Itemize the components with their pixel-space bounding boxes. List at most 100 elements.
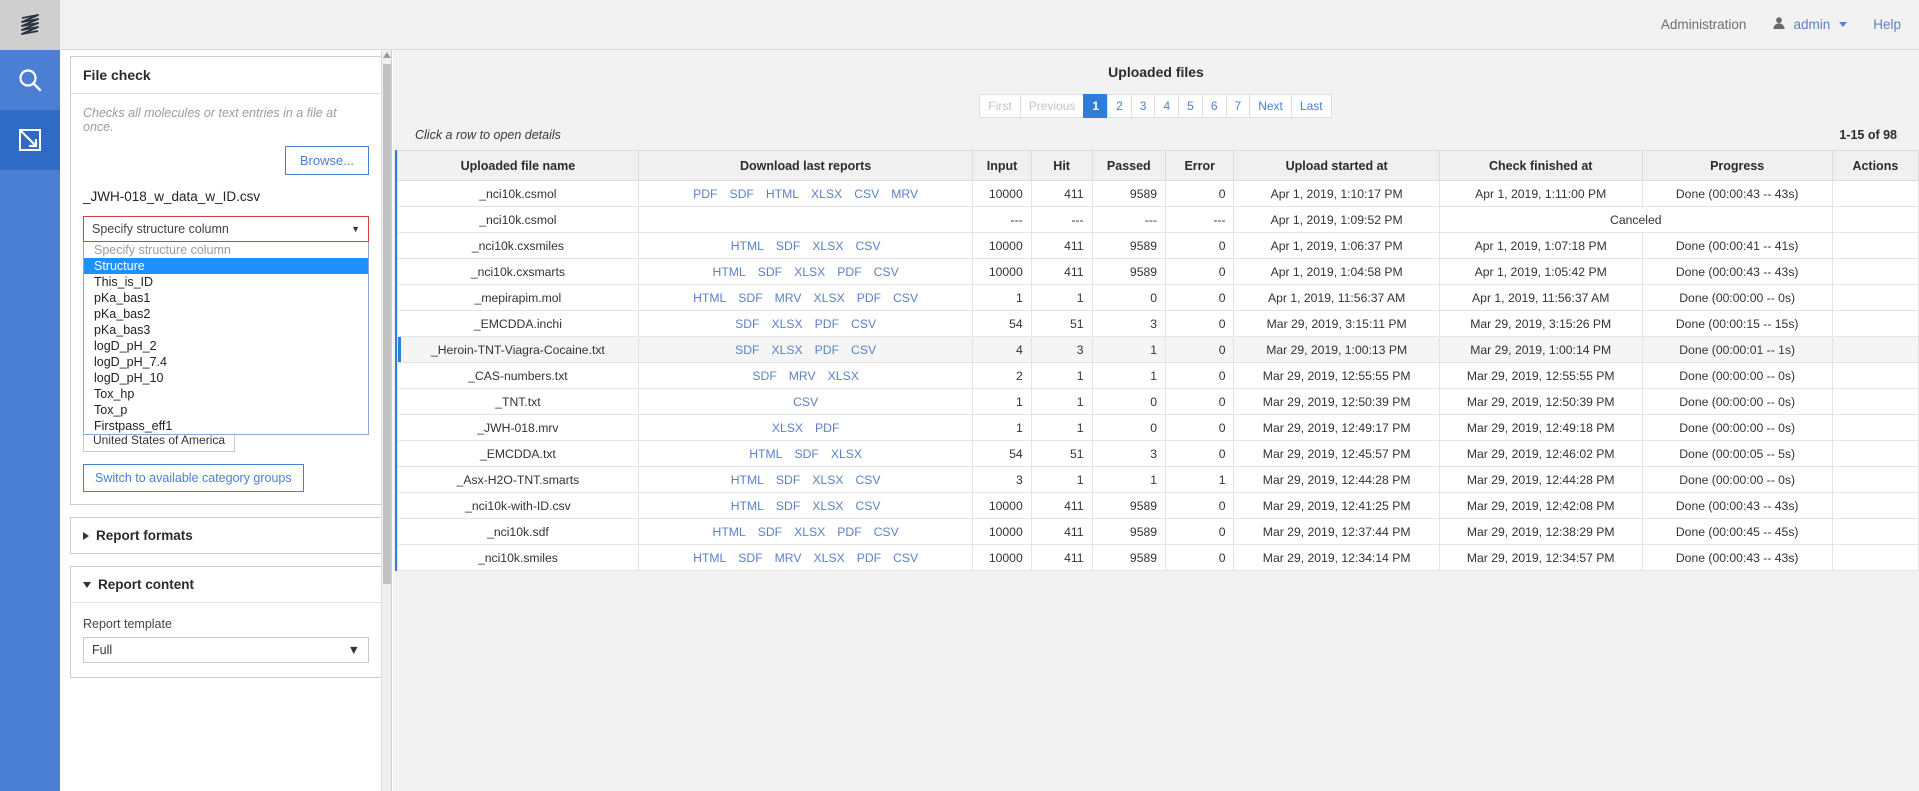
- report-link-pdf[interactable]: PDF: [837, 525, 861, 539]
- report-link-html[interactable]: HTML: [713, 525, 746, 539]
- cell-actions[interactable]: [1832, 441, 1918, 467]
- report-link-xlsx[interactable]: XLSX: [811, 187, 842, 201]
- report-formats-header[interactable]: Report formats: [71, 518, 381, 553]
- structure-column-select[interactable]: Specify structure column ▼: [83, 216, 369, 242]
- report-link-xlsx[interactable]: XLSX: [831, 447, 862, 461]
- report-link-sdf[interactable]: SDF: [752, 369, 776, 383]
- cell-actions[interactable]: [1832, 233, 1918, 259]
- left-panel-scrollbar[interactable]: [381, 50, 391, 791]
- pagination-button[interactable]: Next: [1249, 94, 1292, 118]
- column-header[interactable]: Hit: [1031, 151, 1092, 181]
- scrollbar-thumb[interactable]: [383, 64, 391, 584]
- table-row[interactable]: _JWH-018.mrvXLSXPDF1100Mar 29, 2019, 12:…: [398, 415, 1919, 441]
- cell-actions[interactable]: [1832, 389, 1918, 415]
- table-row[interactable]: _Heroin-TNT-Viagra-Cocaine.txtSDFXLSXPDF…: [398, 337, 1919, 363]
- cell-actions[interactable]: [1832, 259, 1918, 285]
- cell-actions[interactable]: [1832, 545, 1918, 571]
- report-link-csv[interactable]: CSV: [851, 343, 876, 357]
- report-link-sdf[interactable]: SDF: [776, 473, 800, 487]
- report-link-pdf[interactable]: PDF: [857, 291, 881, 305]
- report-link-sdf[interactable]: SDF: [776, 239, 800, 253]
- report-link-html[interactable]: HTML: [713, 265, 746, 279]
- structure-column-dropdown[interactable]: Specify structure columnStructureThis_is…: [83, 242, 369, 435]
- report-link-xlsx[interactable]: XLSX: [794, 525, 825, 539]
- column-header[interactable]: Actions: [1832, 151, 1918, 181]
- report-link-sdf[interactable]: SDF: [738, 551, 762, 565]
- report-link-xlsx[interactable]: XLSX: [814, 291, 845, 305]
- switch-category-groups-button[interactable]: Switch to available category groups: [83, 464, 304, 492]
- report-link-csv[interactable]: CSV: [855, 499, 880, 513]
- report-link-sdf[interactable]: SDF: [794, 447, 818, 461]
- table-row[interactable]: _TNT.txtCSV1100Mar 29, 2019, 12:50:39 PM…: [398, 389, 1919, 415]
- cell-actions[interactable]: [1832, 207, 1918, 233]
- table-row[interactable]: _nci10k-with-ID.csvHTMLSDFXLSXCSV1000041…: [398, 493, 1919, 519]
- report-link-html[interactable]: HTML: [731, 499, 764, 513]
- table-row[interactable]: _nci10k.csmolPDFSDFHTMLXLSXCSVMRV1000041…: [398, 181, 1919, 207]
- dropdown-option[interactable]: Firstpass_eff1: [84, 418, 368, 434]
- column-header[interactable]: Upload started at: [1234, 151, 1439, 181]
- administration-link[interactable]: Administration: [1661, 17, 1747, 32]
- dropdown-option[interactable]: logD_pH_7.4: [84, 354, 368, 370]
- column-header[interactable]: Passed: [1092, 151, 1166, 181]
- dropdown-option[interactable]: pKa_bas3: [84, 322, 368, 338]
- dropdown-option[interactable]: logD_pH_10: [84, 370, 368, 386]
- report-link-xlsx[interactable]: XLSX: [812, 499, 843, 513]
- report-link-sdf[interactable]: SDF: [738, 291, 762, 305]
- search-icon[interactable]: [0, 50, 60, 110]
- report-link-html[interactable]: HTML: [693, 291, 726, 305]
- report-link-sdf[interactable]: SDF: [735, 317, 759, 331]
- report-link-sdf[interactable]: SDF: [776, 499, 800, 513]
- report-link-csv[interactable]: CSV: [893, 291, 918, 305]
- table-row[interactable]: _nci10k.cxsmilesHTMLSDFXLSXCSV1000041195…: [398, 233, 1919, 259]
- scroll-up-icon[interactable]: [383, 52, 391, 58]
- report-link-csv[interactable]: CSV: [793, 395, 818, 409]
- table-row[interactable]: _EMCDDA.txtHTMLSDFXLSX545130Mar 29, 2019…: [398, 441, 1919, 467]
- dropdown-option[interactable]: Specify structure column: [84, 242, 368, 258]
- report-link-csv[interactable]: CSV: [855, 239, 880, 253]
- table-row[interactable]: _nci10k.smilesHTMLSDFMRVXLSXPDFCSV100004…: [398, 545, 1919, 571]
- table-row[interactable]: _nci10k.sdfHTMLSDFXLSXPDFCSV100004119589…: [398, 519, 1919, 545]
- report-link-xlsx[interactable]: XLSX: [828, 369, 859, 383]
- cell-actions[interactable]: [1832, 337, 1918, 363]
- report-link-xlsx[interactable]: XLSX: [772, 343, 803, 357]
- report-link-html[interactable]: HTML: [731, 473, 764, 487]
- table-row[interactable]: _Asx-H2O-TNT.smartsHTMLSDFXLSXCSV3111Mar…: [398, 467, 1919, 493]
- dropdown-option[interactable]: logD_pH_2: [84, 338, 368, 354]
- column-header[interactable]: Check finished at: [1439, 151, 1642, 181]
- report-link-csv[interactable]: CSV: [854, 187, 879, 201]
- dropdown-option[interactable]: pKa_bas2: [84, 306, 368, 322]
- report-link-mrv[interactable]: MRV: [789, 369, 816, 383]
- report-link-sdf[interactable]: SDF: [735, 343, 759, 357]
- pagination-button[interactable]: 2: [1107, 94, 1132, 118]
- report-link-mrv[interactable]: MRV: [775, 291, 802, 305]
- table-row[interactable]: _CAS-numbers.txtSDFMRVXLSX2110Mar 29, 20…: [398, 363, 1919, 389]
- report-link-xlsx[interactable]: XLSX: [814, 551, 845, 565]
- report-link-pdf[interactable]: PDF: [815, 343, 839, 357]
- import-icon[interactable]: [0, 110, 60, 170]
- report-link-csv[interactable]: CSV: [874, 265, 899, 279]
- dropdown-option[interactable]: Tox_p: [84, 402, 368, 418]
- pagination-button[interactable]: Last: [1291, 94, 1332, 118]
- pagination-button[interactable]: 1: [1083, 94, 1108, 118]
- report-template-select[interactable]: Full ▼: [83, 637, 369, 663]
- report-link-csv[interactable]: CSV: [893, 551, 918, 565]
- cell-actions[interactable]: [1832, 519, 1918, 545]
- pagination-button[interactable]: 5: [1178, 94, 1203, 118]
- cell-actions[interactable]: [1832, 363, 1918, 389]
- report-link-xlsx[interactable]: XLSX: [812, 473, 843, 487]
- pagination-button[interactable]: 4: [1154, 94, 1179, 118]
- table-row[interactable]: _nci10k.cxsmartsHTMLSDFXLSXPDFCSV1000041…: [398, 259, 1919, 285]
- column-header[interactable]: Error: [1166, 151, 1234, 181]
- cell-actions[interactable]: [1832, 181, 1918, 207]
- report-link-sdf[interactable]: SDF: [758, 525, 782, 539]
- report-link-xlsx[interactable]: XLSX: [772, 317, 803, 331]
- report-content-header[interactable]: Report content: [71, 567, 381, 602]
- pagination-button[interactable]: 6: [1202, 94, 1227, 118]
- browse-button[interactable]: Browse...: [285, 146, 369, 175]
- report-link-html[interactable]: HTML: [766, 187, 799, 201]
- pagination-button[interactable]: 7: [1226, 94, 1251, 118]
- column-header[interactable]: Input: [973, 151, 1031, 181]
- cell-actions[interactable]: [1832, 311, 1918, 337]
- report-link-pdf[interactable]: PDF: [693, 187, 717, 201]
- report-link-html[interactable]: HTML: [693, 551, 726, 565]
